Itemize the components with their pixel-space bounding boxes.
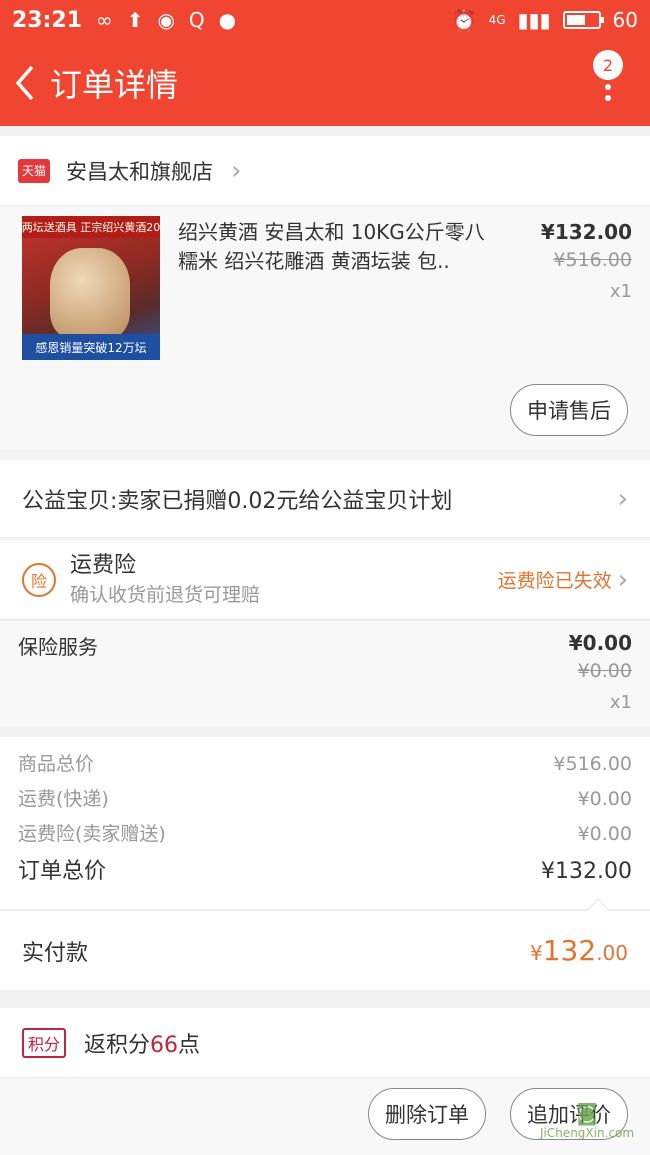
status-system-icons: ⏰ 4G ▮▮▮ 60 [452, 8, 638, 32]
chevron-left-icon[interactable] [0, 40, 50, 126]
paid-currency: ¥ [530, 941, 543, 965]
summary-label: 商品总价 [18, 753, 95, 775]
battery-percent: 60 [612, 8, 638, 32]
battery-level [566, 15, 585, 25]
insurance-subtitle: 确认收货前退货可理赔 [70, 583, 261, 606]
summary-row: 商品总价 ¥516.00 [18, 747, 632, 782]
order-total-row: 订单总价 ¥132.00 [18, 852, 632, 892]
paid-decimal: .00 [596, 941, 628, 965]
nav-bar: 订单详情 2 [0, 40, 650, 126]
service-quantity: x1 [609, 692, 632, 713]
more-menu-button[interactable]: 2 [586, 50, 630, 120]
network-type: 4G [488, 13, 506, 27]
summary-value: ¥516.00 [553, 753, 632, 775]
paid-amount: ¥ 132 .00 [530, 934, 628, 967]
charity-text: 公益宝贝:卖家已捐赠0.02元给公益宝贝计划 [22, 488, 453, 514]
insurance-icon: 险 [22, 562, 56, 597]
summary-row: 运费(快递) ¥0.00 [18, 782, 632, 817]
after-sale-button[interactable]: 申请售后 [510, 384, 628, 436]
infinity-icon: ∞ [96, 8, 113, 32]
summary-label: 运费险(卖家赠送) [18, 823, 166, 845]
service-price: ¥0.00 [568, 631, 632, 655]
summary-row: 运费险(卖家赠送) ¥0.00 [18, 817, 632, 852]
product-price: ¥132.00 [540, 220, 632, 244]
message-count-badge: 2 [593, 50, 623, 80]
product-thumbnail[interactable]: 买两坛送酒具 正宗绍兴黄酒20斤 感恩销量突破12万坛 [22, 216, 160, 360]
summary-value: ¥0.00 [577, 823, 632, 845]
delete-order-button[interactable]: 删除订单 [368, 1088, 486, 1140]
watermark-text: JiChengXin.com [539, 1126, 635, 1140]
more-vertical-icon [605, 84, 611, 101]
paid-integer: 132 [542, 934, 597, 967]
hotspot-icon: ◉ [157, 8, 175, 32]
service-price-column: ¥0.00 ¥0.00 x1 [569, 629, 632, 721]
chevron-right-icon: › [617, 564, 628, 595]
thumb-banner-bottom: 感恩销量突破12万坛 [22, 334, 160, 360]
product-original-price: ¥516.00 [553, 249, 632, 271]
shop-name: 安昌太和旗舰店 [66, 159, 213, 184]
tmall-icon: 天猫 [18, 158, 50, 183]
insurance-status: 运费险已失效 [497, 570, 612, 592]
shop-row[interactable]: 天猫 安昌太和旗舰店 › [0, 136, 650, 206]
status-notification-icons: ∞ ⬆ ◉ Q ● [96, 10, 236, 30]
insurance-title: 运费险 [70, 552, 137, 578]
points-row: 积分 返积分66点 [0, 1008, 650, 1078]
charity-row[interactable]: 公益宝贝:卖家已捐赠0.02元给公益宝贝计划 › [0, 460, 650, 538]
shipping-insurance-row[interactable]: 险 运费险 确认收货前退货可理赔 运费险已失效 › [0, 540, 650, 620]
points-suffix: 点 [178, 1032, 201, 1058]
product-price-column: ¥132.00 ¥516.00 x1 [541, 218, 632, 310]
summary-value: ¥0.00 [577, 788, 632, 810]
points-number: 66 [150, 1032, 179, 1058]
watermark-logo: ◙ [576, 1101, 598, 1126]
paid-amount-row: 实付款 ¥ 132 .00 [0, 898, 650, 990]
status-bar: 23:21 ∞ ⬆ ◉ Q ● ⏰ 4G ▮▮▮ 60 [0, 0, 650, 40]
battery-icon [562, 11, 604, 29]
watermark: ◙ JiChengXin.com [528, 1101, 646, 1151]
product-quantity: x1 [609, 281, 632, 302]
wine-jar-image [50, 248, 130, 340]
alarm-icon: ⏰ [451, 8, 477, 32]
chevron-right-icon: › [617, 483, 628, 514]
summary-label: 运费(快递) [18, 788, 109, 810]
insurance-service-item: 保险服务 ¥0.00 ¥0.00 x1 [0, 621, 650, 727]
price-summary: 商品总价 ¥516.00 运费(快递) ¥0.00 运费险(卖家赠送) ¥0.0… [0, 737, 650, 909]
product-title: 绍兴黄酒 安昌太和 10KG公斤零八糯米 绍兴花雕酒 黄酒坛装 包.. [178, 220, 485, 273]
qq-icon: Q [188, 8, 205, 32]
chat-icon: ● [218, 8, 237, 32]
page-title: 订单详情 [50, 66, 179, 104]
points-badge: 积分 [22, 1027, 67, 1058]
service-name: 保险服务 [18, 635, 98, 659]
points-prefix: 返积分 [84, 1032, 151, 1058]
upload-icon: ⬆ [126, 8, 144, 32]
paid-label: 实付款 [22, 940, 89, 966]
chevron-right-icon: › [231, 155, 242, 186]
service-original-price: ¥0.00 [577, 660, 632, 682]
points-text: 返积分66点 [84, 1027, 200, 1059]
order-total-value: ¥132.00 [541, 859, 632, 884]
insurance-text-group: 运费险 确认收货前退货可理赔 [70, 551, 260, 609]
product-item[interactable]: 买两坛送酒具 正宗绍兴黄酒20斤 感恩销量突破12万坛 绍兴黄酒 安昌太和 10… [0, 206, 650, 450]
signal-icon: ▮▮▮ [517, 8, 551, 32]
order-total-label: 订单总价 [18, 859, 107, 884]
status-time: 23:21 [12, 7, 83, 33]
thumb-banner-top: 买两坛送酒具 正宗绍兴黄酒20斤 [22, 216, 160, 238]
